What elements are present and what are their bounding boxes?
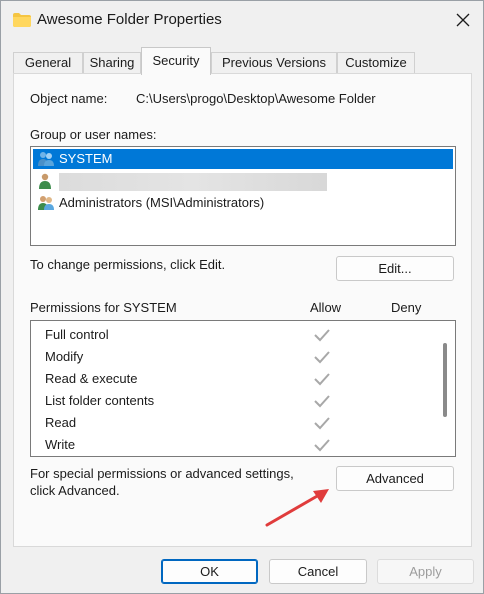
tab-security[interactable]: Security [141, 47, 211, 75]
cancel-button[interactable]: Cancel [269, 559, 367, 584]
close-icon [456, 13, 470, 27]
allow-check-icon [314, 395, 330, 408]
deny-header: Deny [391, 300, 422, 315]
advanced-button[interactable]: Advanced [336, 466, 454, 491]
allow-check-icon [314, 351, 330, 364]
change-permissions-text: To change permissions, click Edit. [30, 257, 226, 272]
allow-check-icon [314, 373, 330, 386]
tab-sharing[interactable]: Sharing [83, 52, 141, 74]
permission-write: Write [45, 437, 76, 452]
user-item-label: SYSTEM [59, 151, 113, 166]
scrollbar-thumb[interactable] [443, 343, 447, 417]
red-arrow-annotation [265, 489, 329, 527]
user-item-system[interactable]: SYSTEM [33, 149, 453, 169]
redacted-username [59, 173, 327, 191]
edit-button[interactable]: Edit... [336, 256, 454, 281]
close-button[interactable] [447, 6, 479, 34]
window-title: Awesome Folder Properties [37, 11, 222, 28]
tab-customize[interactable]: Customize [337, 52, 415, 74]
group-names-label: Group or user names: [30, 127, 157, 142]
user-group-icon [38, 196, 54, 210]
special-permissions-text-line2: click Advanced. [30, 483, 120, 498]
permissions-header: Permissions for SYSTEM [30, 300, 177, 315]
permissions-list[interactable]: Full control Modify Read & execute List … [30, 320, 456, 457]
user-group-icon [38, 152, 54, 166]
permission-list-folder-contents: List folder contents [45, 393, 155, 408]
user-list[interactable]: SYSTEM Administrators (MSI\Administrator… [30, 146, 456, 246]
user-item-redacted[interactable] [33, 171, 453, 191]
properties-window: Awesome Folder Properties General Sharin… [0, 0, 484, 594]
ok-button[interactable]: OK [161, 559, 258, 584]
allow-check-icon [314, 329, 330, 342]
user-item-administrators[interactable]: Administrators (MSI\Administrators) [33, 193, 453, 213]
permission-read: Read [45, 415, 77, 430]
permission-full-control: Full control [45, 327, 109, 342]
tab-general[interactable]: General [13, 52, 83, 74]
security-panel: Object name: C:\Users\progo\Desktop\Awes… [13, 73, 472, 547]
user-icon [39, 173, 51, 189]
object-name-label: Object name: [30, 91, 108, 106]
user-item-label: Administrators (MSI\Administrators) [59, 195, 265, 210]
tab-previous-versions[interactable]: Previous Versions [211, 52, 337, 74]
permission-read-execute: Read & execute [45, 371, 138, 386]
object-name-value: C:\Users\progo\Desktop\Awesome Folder [136, 91, 376, 106]
allow-header: Allow [310, 300, 342, 315]
permissions-scrollbar[interactable] [437, 321, 453, 456]
special-permissions-text-line1: For special permissions or advanced sett… [30, 466, 294, 481]
title-bar[interactable]: Awesome Folder Properties [1, 1, 483, 39]
folder-icon [13, 13, 31, 27]
apply-button[interactable]: Apply [377, 559, 474, 584]
permission-modify: Modify [45, 349, 84, 364]
allow-check-icon [314, 417, 330, 430]
allow-check-icon [314, 439, 330, 452]
